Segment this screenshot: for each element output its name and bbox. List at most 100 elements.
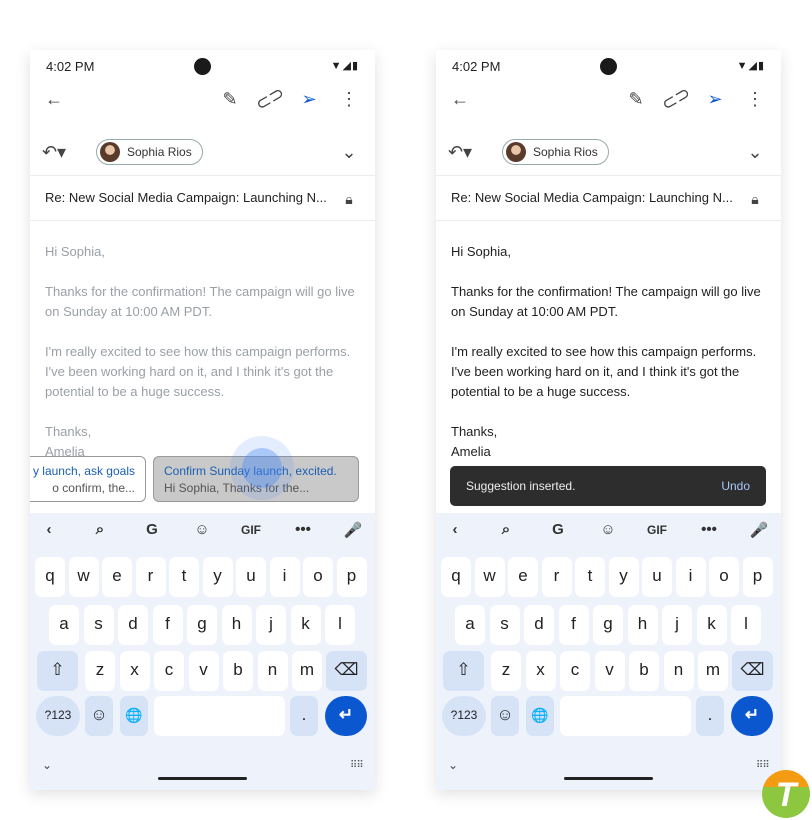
more-vert-icon[interactable]: ⋮	[335, 85, 363, 113]
key-h[interactable]: h	[221, 605, 252, 645]
emoji-key[interactable]: ☺	[85, 696, 113, 736]
key-k[interactable]: k	[290, 605, 321, 645]
send-icon[interactable]: ➢	[701, 85, 729, 113]
key-a[interactable]: a	[49, 605, 79, 645]
globe-key[interactable]: 🌐	[120, 696, 148, 736]
key-v[interactable]: v	[594, 651, 625, 691]
email-body[interactable]: Hi Sophia, Thanks for the confirmation! …	[45, 242, 365, 462]
hide-keyboard-icon[interactable]: ⌄	[448, 758, 458, 772]
key-e[interactable]: e	[102, 557, 132, 597]
shift-key[interactable]: ⇧	[443, 651, 484, 691]
search-icon[interactable]: ⌕	[491, 521, 521, 538]
key-i[interactable]: i	[675, 557, 706, 597]
period-key[interactable]: .	[696, 696, 724, 736]
key-t[interactable]: t	[575, 557, 605, 597]
key-z[interactable]: z	[491, 651, 521, 691]
key-r[interactable]: r	[135, 557, 166, 597]
home-indicator[interactable]	[564, 777, 653, 780]
collapse-icon[interactable]: ‹	[34, 521, 64, 538]
sticker-icon[interactable]: ☺	[187, 521, 217, 538]
key-d[interactable]: d	[118, 605, 148, 645]
key-w[interactable]: w	[474, 557, 505, 597]
attach-icon[interactable]: ⊂⊃	[250, 80, 288, 118]
key-y[interactable]: y	[202, 557, 233, 597]
send-icon[interactable]: ➢	[295, 85, 323, 113]
key-c[interactable]: c	[560, 651, 590, 691]
key-k[interactable]: k	[696, 605, 727, 645]
chevron-down-icon[interactable]: ⌄	[741, 138, 769, 166]
key-f[interactable]: f	[558, 605, 589, 645]
key-p[interactable]: p	[336, 557, 367, 597]
symbols-key[interactable]: ?123	[442, 696, 486, 736]
translate-icon[interactable]: G	[137, 521, 167, 538]
enter-key[interactable]: ↵	[325, 696, 367, 736]
shift-key[interactable]: ⇧	[37, 651, 78, 691]
home-indicator[interactable]	[158, 777, 247, 780]
more-vert-icon[interactable]: ⋮	[741, 85, 769, 113]
space-key[interactable]	[560, 696, 691, 736]
key-q[interactable]: q	[35, 557, 65, 597]
subject-field[interactable]: Re: New Social Media Campaign: Launching…	[451, 190, 733, 205]
key-l[interactable]: l	[325, 605, 355, 645]
key-v[interactable]: v	[188, 651, 219, 691]
key-l[interactable]: l	[731, 605, 761, 645]
key-y[interactable]: y	[608, 557, 639, 597]
symbols-key[interactable]: ?123	[36, 696, 80, 736]
key-u[interactable]: u	[236, 557, 266, 597]
key-j[interactable]: j	[662, 605, 692, 645]
key-i[interactable]: i	[269, 557, 300, 597]
globe-key[interactable]: 🌐	[526, 696, 554, 736]
key-j[interactable]: j	[256, 605, 286, 645]
space-key[interactable]	[154, 696, 285, 736]
undo-button[interactable]: Undo	[721, 466, 750, 506]
back-arrow-icon[interactable]: ←	[446, 85, 474, 113]
mic-icon[interactable]: 🎤	[744, 521, 774, 539]
gif-button[interactable]: GIF	[642, 523, 672, 537]
subject-field[interactable]: Re: New Social Media Campaign: Launching…	[45, 190, 327, 205]
suggestion-chip[interactable]: y launch, ask goals o confirm, the...	[30, 456, 146, 502]
translate-icon[interactable]: G	[543, 521, 573, 538]
key-x[interactable]: x	[119, 651, 150, 691]
key-b[interactable]: b	[223, 651, 253, 691]
key-e[interactable]: e	[508, 557, 538, 597]
key-m[interactable]: m	[292, 651, 322, 691]
reply-dropdown-icon[interactable]: ↶▾	[40, 138, 68, 166]
back-arrow-icon[interactable]: ←	[40, 85, 68, 113]
magic-pen-icon[interactable]: ✎	[216, 85, 244, 113]
key-c[interactable]: c	[154, 651, 184, 691]
reply-dropdown-icon[interactable]: ↶▾	[446, 138, 474, 166]
key-f[interactable]: f	[152, 605, 183, 645]
key-s[interactable]: s	[83, 605, 114, 645]
chevron-down-icon[interactable]: ⌄	[335, 138, 363, 166]
mic-icon[interactable]: 🎤	[338, 521, 368, 539]
key-b[interactable]: b	[629, 651, 659, 691]
key-d[interactable]: d	[524, 605, 554, 645]
key-g[interactable]: g	[593, 605, 623, 645]
magic-pen-icon[interactable]: ✎	[622, 85, 650, 113]
key-t[interactable]: t	[169, 557, 199, 597]
hide-keyboard-icon[interactable]: ⌄	[42, 758, 52, 772]
backspace-key[interactable]: ⌫	[326, 651, 367, 691]
search-icon[interactable]: ⌕	[85, 521, 115, 538]
key-n[interactable]: n	[257, 651, 288, 691]
more-icon[interactable]: •••	[288, 521, 318, 538]
email-body[interactable]: Hi Sophia, Thanks for the confirmation! …	[451, 242, 771, 462]
sticker-icon[interactable]: ☺	[593, 521, 623, 538]
key-o[interactable]: o	[303, 557, 333, 597]
key-x[interactable]: x	[525, 651, 556, 691]
key-n[interactable]: n	[663, 651, 694, 691]
key-m[interactable]: m	[698, 651, 728, 691]
keyboard-switch-icon[interactable]: ⠿⠿	[350, 760, 364, 771]
recipient-chip[interactable]: Sophia Rios	[96, 139, 203, 165]
key-z[interactable]: z	[85, 651, 115, 691]
key-p[interactable]: p	[742, 557, 773, 597]
gif-button[interactable]: GIF	[236, 523, 266, 537]
key-a[interactable]: a	[455, 605, 485, 645]
key-q[interactable]: q	[441, 557, 471, 597]
key-s[interactable]: s	[489, 605, 520, 645]
more-icon[interactable]: •••	[694, 521, 724, 538]
period-key[interactable]: .	[290, 696, 318, 736]
collapse-icon[interactable]: ‹	[440, 521, 470, 538]
keyboard-switch-icon[interactable]: ⠿⠿	[756, 760, 770, 771]
enter-key[interactable]: ↵	[731, 696, 773, 736]
